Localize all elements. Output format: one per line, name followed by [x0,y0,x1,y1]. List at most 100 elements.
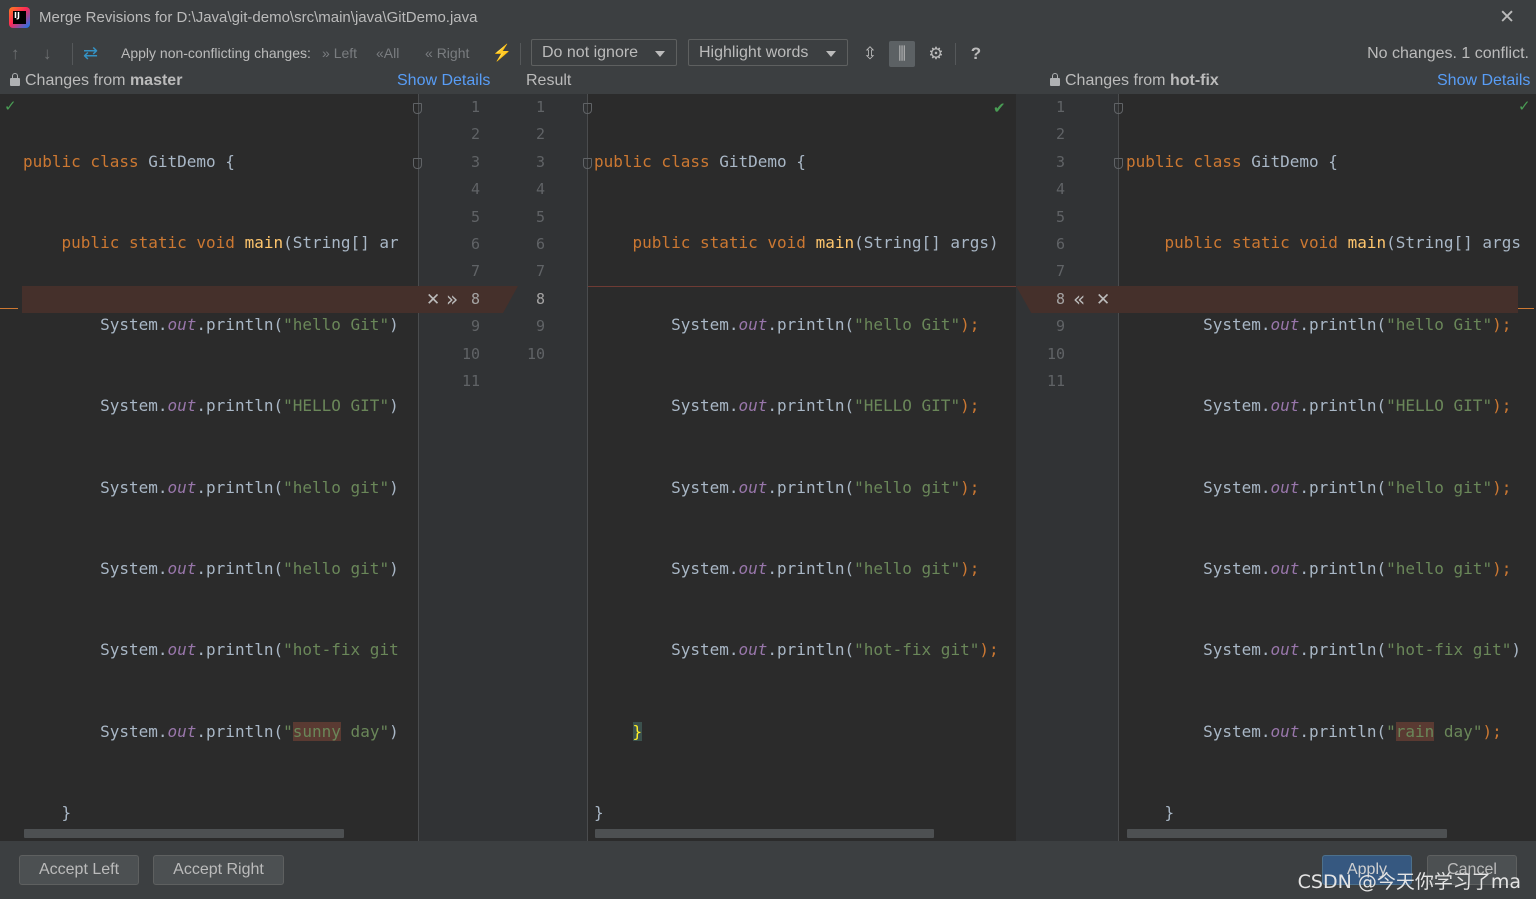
close-icon[interactable]: ✕ [1499,8,1515,27]
ignore-right-change-close-icon[interactable]: ✕ [1096,290,1110,310]
fold-icon[interactable] [583,158,592,169]
merge-status: No changes. 1 conflict. [1367,45,1529,62]
left-conflict-edge [0,308,18,309]
toolbar-separator [955,43,956,65]
apply-right-label: Right [436,45,470,61]
divider [418,94,419,841]
fold-icon[interactable] [1114,158,1123,169]
collapse-unchanged-icon[interactable]: ⇳ [857,41,883,67]
left-check-icon: ✓ [4,97,17,115]
result-code[interactable]: public class GitDemo { public static voi… [594,94,1014,854]
code-line: System.out.println("hot-fix git") [1203,640,1521,660]
csdn-watermark: CSDN @今天你学习了ma [1297,871,1521,893]
code-line: public static void main(String[] args) [632,233,999,253]
left-branch-name: master [129,72,183,89]
code-line: System.out.println("hello git"); [671,558,980,578]
result-horizontal-scrollbar[interactable] [595,829,934,838]
right-merge-gutter [1016,94,1118,841]
right-show-details-link[interactable]: Show Details [1437,70,1530,92]
ignore-whitespace-dropdown[interactable]: Do not ignore [531,39,677,66]
highlight-mode-dropdown[interactable]: Highlight words [688,39,848,66]
window-title: Merge Revisions for D:\Java\git-demo\src… [39,9,478,26]
left-line-numbers: 1 2 3 4 5 6 7 8 9 10 11 [461,98,480,390]
code-line: System.out.println("hello git"); [671,477,980,497]
right-code[interactable]: public class GitDemo { public static voi… [1126,94,1534,899]
intellij-logo-icon: IJ [9,7,30,28]
code-line: System.out.println("hello git"); [1203,558,1512,578]
lock-icon [10,73,20,86]
right-panel-header: Changes from hot-fix [1050,70,1219,92]
right-horizontal-scrollbar[interactable] [1127,829,1447,838]
apply-non-conflicting-label: Apply non-conflicting changes: [121,45,311,61]
dialog-footer: Accept Left Accept Right Apply Cancel CS… [0,841,1536,899]
code-line: System.out.println("HELLO GIT"); [1203,396,1512,416]
apply-all-label: All [383,45,400,61]
help-icon[interactable]: ? [963,41,989,67]
next-difference-icon[interactable]: ↓ [43,37,52,70]
accept-right-button[interactable]: Accept Right [153,855,284,885]
code-line: System.out.println("HELLO GIT") [100,396,399,416]
code-line: public class GitDemo { [594,152,806,171]
apply-right-button[interactable]: « Right [425,37,469,70]
toolbar-separator [520,43,521,65]
left-header-prefix: Changes from [25,72,130,89]
accept-left-button[interactable]: Accept Left [19,855,139,885]
magic-wand-icon[interactable]: ⚡ [492,37,512,70]
chevron-down-icon [655,51,665,57]
fold-icon[interactable] [1114,103,1123,114]
prev-difference-icon[interactable]: ↑ [11,37,20,70]
code-line: } [1164,803,1175,823]
ignore-dropdown-value: Do not ignore [542,44,639,61]
code-line: public class GitDemo { [23,152,235,171]
code-line: public static void main(String[] ar [61,233,399,253]
code-line: } [594,803,604,823]
divider [1118,94,1119,841]
code-line: System.out.println("hello git"); [1203,477,1512,497]
lock-icon [1050,73,1060,86]
accept-right-change-chevron-icon[interactable]: « [1073,289,1085,309]
chevron-down-icon [826,51,836,57]
code-line: System.out.println("hello git") [100,477,399,497]
divider [587,94,588,841]
apply-left-label: Left [333,45,358,61]
left-code[interactable]: public class GitDemo { public static voi… [23,94,415,899]
code-line: System.out.println("hello Git"); [671,314,980,334]
code-line: public static void main(String[] args [1164,233,1521,253]
code-line: public class GitDemo { [1126,152,1338,171]
code-line: System.out.println("hello Git"); [1203,314,1512,334]
resolve-magic-icon[interactable]: ⇄ [83,37,98,70]
code-line: System.out.println("hello Git") [100,314,399,334]
apply-left-button[interactable]: » Left [322,37,357,70]
double-chevron-all-icon: « [376,45,384,61]
conflict-code-line: System.out.println("rain day"); [1203,721,1502,741]
code-line: System.out.println("hello git") [100,558,399,578]
code-line: System.out.println("hot-fix git"); [671,640,999,660]
right-branch-name: hot-fix [1169,72,1219,89]
code-line: System.out.println("hot-fix git [100,640,399,660]
right-header-prefix: Changes from [1065,72,1170,89]
double-chevron-left-icon: « [425,45,433,61]
code-line: } [632,721,643,741]
left-merge-gutter [418,94,588,841]
panel-headers: Changes from master Show Details Result … [0,70,1536,94]
left-horizontal-scrollbar[interactable] [24,829,344,838]
code-line: } [61,803,72,823]
apply-all-button[interactable]: «All [376,37,399,70]
ignore-left-change-close-icon[interactable]: ✕ [426,290,440,310]
left-show-details-link[interactable]: Show Details [397,70,490,92]
merge-toolbar: ↑ ↓ ⇄ Apply non-conflicting changes: » L… [0,37,1536,70]
left-panel-header: Changes from master [10,70,182,92]
title-bar: IJ Merge Revisions for D:\Java\git-demo\… [0,0,1536,37]
fold-icon[interactable] [583,103,592,114]
highlight-dropdown-value: Highlight words [699,44,809,61]
sync-scroll-icon[interactable]: ⫼ [889,41,915,67]
accept-left-change-chevron-icon[interactable]: » [446,289,458,309]
gear-icon[interactable]: ⚙ [923,41,949,67]
toolbar-separator [72,43,73,65]
code-line: System.out.println("HELLO GIT"); [671,396,980,416]
result-line-numbers-left: 1 2 3 4 5 6 7 8 9 10 [526,98,545,363]
double-chevron-right-icon: » [322,45,330,61]
conflict-code-line: System.out.println("sunny day") [100,721,399,741]
result-panel-header: Result [526,72,572,89]
right-line-numbers: 1 2 3 4 5 6 7 8 9 10 11 [1046,98,1065,390]
